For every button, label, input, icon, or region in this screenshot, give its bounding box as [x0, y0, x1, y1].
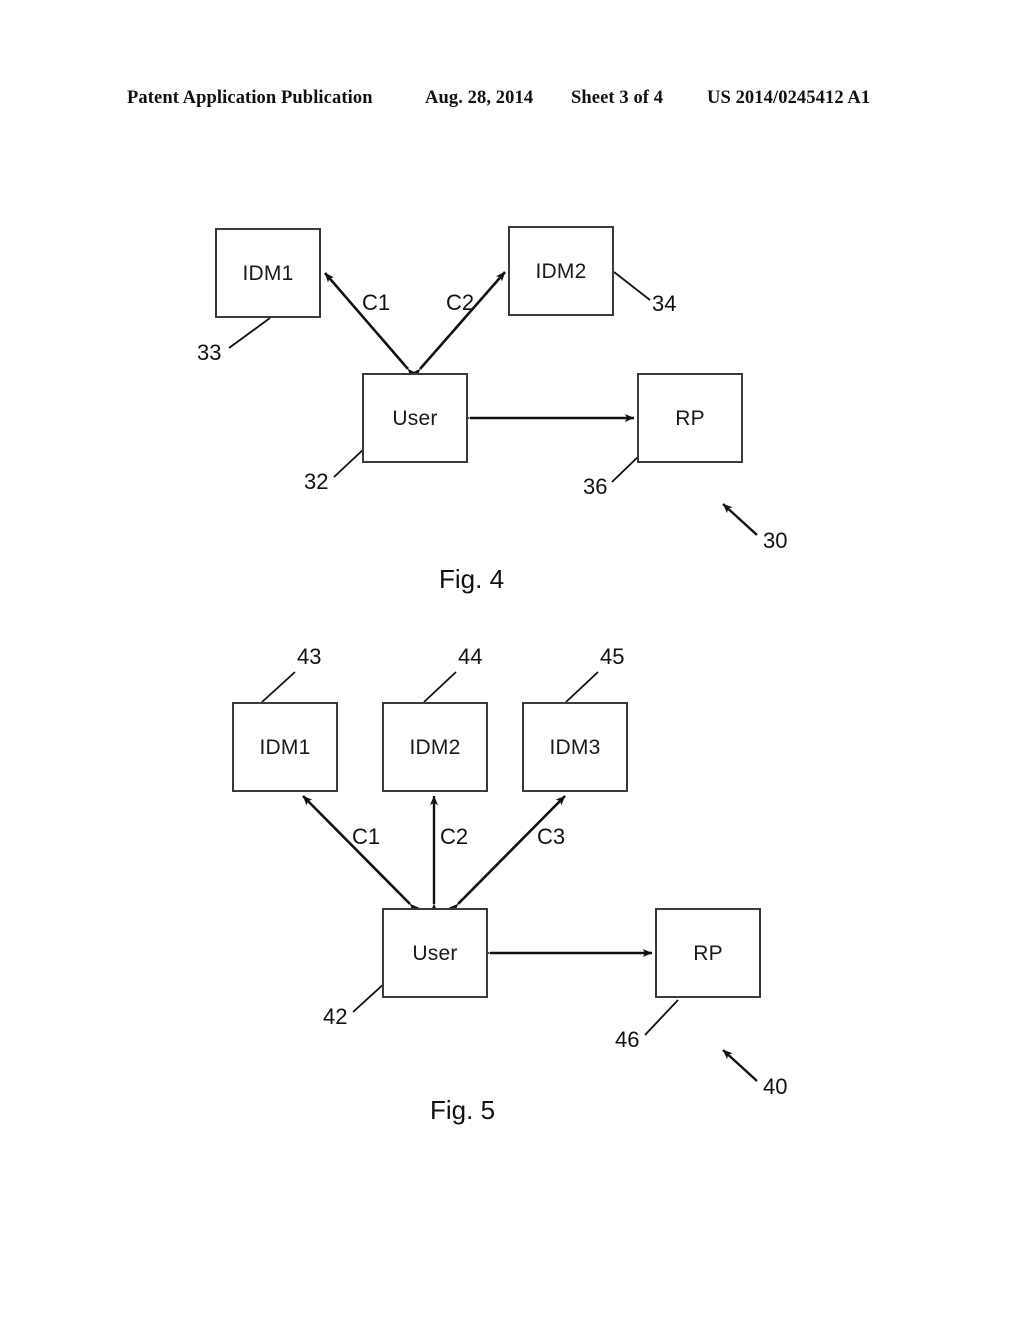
leader-line-45 [565, 671, 599, 703]
figure-5-link-label-c2: C2 [440, 824, 469, 849]
figure-5-node-idm3[interactable]: IDM3 [522, 702, 628, 792]
figure-5-node-idm2[interactable]: IDM2 [382, 702, 488, 792]
figure-5-ref-43: 43 [297, 644, 322, 669]
figure-5-ref-40: 40 [763, 1074, 788, 1099]
node-label-rp: RP [693, 941, 723, 965]
link-line-c1 [302, 795, 420, 914]
figure-5-ref-42: 42 [323, 1004, 348, 1029]
link-line-c3 [448, 795, 566, 914]
figure-5-node-rp[interactable]: RP [655, 908, 761, 998]
leader-line-46 [644, 999, 679, 1036]
leader-line-43 [261, 671, 296, 703]
node-label-idm3: IDM3 [549, 735, 601, 759]
system-arrow-40 [722, 1049, 758, 1082]
figure-5-ref-44: 44 [458, 644, 483, 669]
figure-5-connectors [261, 671, 758, 1082]
figure-5-ref-45: 45 [600, 644, 625, 669]
node-label-user: User [412, 941, 458, 965]
leader-line-44 [423, 671, 457, 703]
figure-5-caption: Fig. 5 [430, 1095, 496, 1125]
figure-5: 43 44 45 IDM1 IDM2 IDM3 C1 C2 C3 User 42… [0, 0, 1024, 1320]
node-label-idm1: IDM1 [259, 735, 311, 759]
figure-5-link-label-c3: C3 [537, 824, 566, 849]
figure-5-ref-46: 46 [615, 1027, 640, 1052]
figure-5-link-label-c1: C1 [352, 824, 381, 849]
figure-5-node-idm1[interactable]: IDM1 [232, 702, 338, 792]
figure-5-node-user[interactable]: User [382, 908, 488, 998]
node-label-idm2: IDM2 [409, 735, 461, 759]
